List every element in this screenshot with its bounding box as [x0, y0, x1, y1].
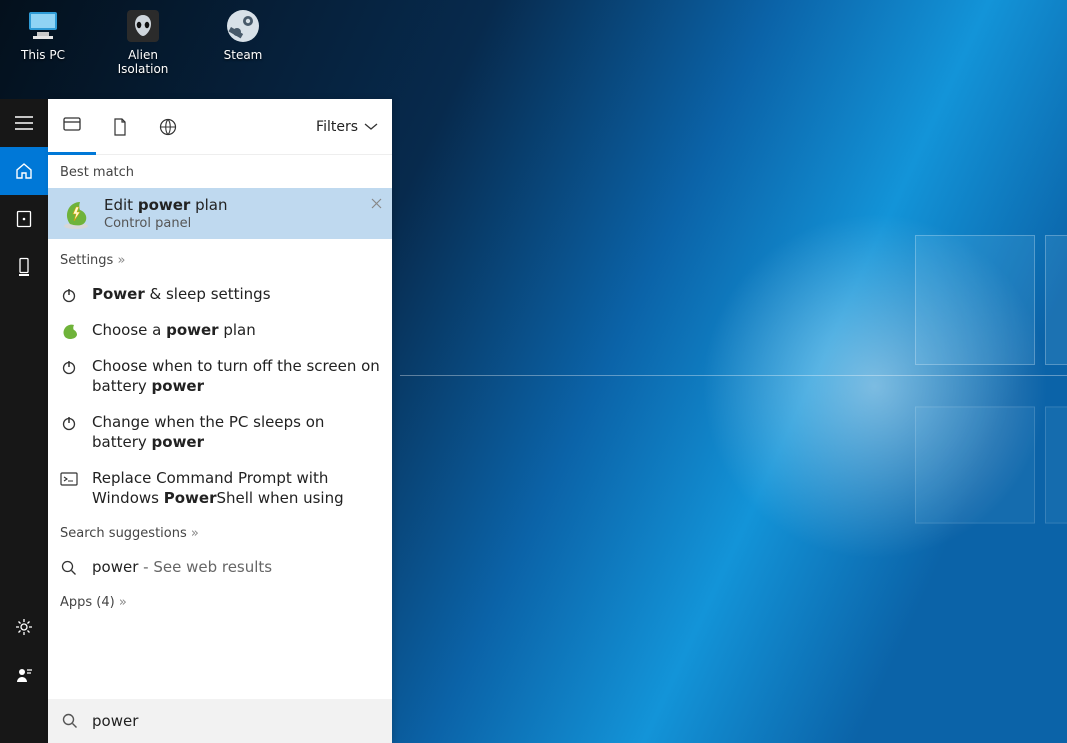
- rail-home-button[interactable]: [0, 147, 48, 195]
- alien-icon: [123, 6, 163, 46]
- desktop-icons: This PC Alien Isolation Steam: [8, 6, 278, 76]
- search-icon: [60, 559, 78, 577]
- close-icon: [371, 198, 382, 209]
- cortana-rail: [0, 99, 48, 743]
- document-scope-icon: [113, 118, 127, 136]
- section-header-apps[interactable]: Apps (4) »: [48, 585, 392, 618]
- settings-result[interactable]: Replace Command Prompt with Windows Powe…: [48, 460, 392, 516]
- power-icon: [60, 414, 78, 432]
- desktop-icon-label: Steam: [224, 48, 263, 62]
- desktop-icon-this-pc[interactable]: This PC: [8, 6, 78, 76]
- settings-result[interactable]: Change when the PC sleeps on battery pow…: [48, 404, 392, 460]
- settings-result-text: Replace Command Prompt with Windows Powe…: [92, 468, 380, 508]
- web-suggestion-text: power - See web results: [92, 557, 380, 577]
- gear-icon: [15, 618, 33, 636]
- rail-notebook-button[interactable]: [0, 195, 48, 243]
- chevron-right-icon: »: [191, 526, 199, 541]
- search-input[interactable]: [92, 712, 378, 730]
- settings-result[interactable]: Choose a power plan: [48, 312, 392, 348]
- filters-label: Filters: [316, 119, 358, 135]
- best-match-title: Edit power plan: [104, 196, 227, 214]
- person-icon: [15, 667, 33, 683]
- home-icon: [15, 162, 33, 180]
- desktop-icon-steam[interactable]: Steam: [208, 6, 278, 76]
- power-plan-icon: [60, 322, 78, 340]
- web-scope-icon: [159, 118, 177, 136]
- steam-icon: [223, 6, 263, 46]
- desktop-icon-alien-isolation[interactable]: Alien Isolation: [108, 6, 178, 76]
- chevron-down-icon: [364, 123, 378, 131]
- power-plan-icon: [60, 198, 92, 230]
- settings-result[interactable]: Power & sleep settings: [48, 276, 392, 312]
- device-icon: [17, 257, 31, 277]
- settings-result-text: Power & sleep settings: [92, 284, 380, 304]
- power-icon: [60, 358, 78, 376]
- search-bar[interactable]: [48, 699, 392, 743]
- apps-scope-icon: [63, 117, 81, 133]
- scope-apps-button[interactable]: [48, 99, 96, 155]
- rail-settings-button[interactable]: [0, 603, 48, 651]
- section-header-settings[interactable]: Settings »: [48, 239, 392, 276]
- chevron-right-icon: »: [119, 595, 127, 610]
- hamburger-icon: [15, 116, 33, 130]
- rail-devices-button[interactable]: [0, 243, 48, 291]
- power-icon: [60, 286, 78, 304]
- best-match-result[interactable]: Edit power plan Control panel: [48, 188, 392, 239]
- pc-icon: [23, 6, 63, 46]
- settings-result-text: Choose a power plan: [92, 320, 380, 340]
- section-header-search-suggestions[interactable]: Search suggestions »: [48, 516, 392, 549]
- dismiss-result-button[interactable]: [371, 198, 382, 209]
- desktop: This PC Alien Isolation Steam: [0, 0, 1067, 743]
- search-icon: [62, 713, 78, 729]
- desktop-icon-label: Alien Isolation: [108, 48, 178, 76]
- terminal-icon: [60, 470, 78, 488]
- search-scope-bar: Filters: [48, 99, 392, 155]
- scope-documents-button[interactable]: [96, 99, 144, 155]
- rail-feedback-button[interactable]: [0, 651, 48, 699]
- chevron-right-icon: »: [117, 253, 125, 268]
- search-panel: Filters Best match Edit power plan Contr…: [48, 99, 392, 743]
- settings-result-text: Choose when to turn off the screen on ba…: [92, 356, 380, 396]
- section-header-best-match: Best match: [48, 155, 392, 188]
- filters-button[interactable]: Filters: [316, 119, 392, 135]
- web-suggestion[interactable]: power - See web results: [48, 549, 392, 585]
- scope-web-button[interactable]: [144, 99, 192, 155]
- settings-result-text: Change when the PC sleeps on battery pow…: [92, 412, 380, 452]
- search-results: Best match Edit power plan Control panel…: [48, 155, 392, 699]
- best-match-subtitle: Control panel: [104, 216, 227, 231]
- desktop-icon-label: This PC: [21, 48, 65, 62]
- settings-result[interactable]: Choose when to turn off the screen on ba…: [48, 348, 392, 404]
- notebook-icon: [16, 210, 32, 228]
- rail-menu-button[interactable]: [0, 99, 48, 147]
